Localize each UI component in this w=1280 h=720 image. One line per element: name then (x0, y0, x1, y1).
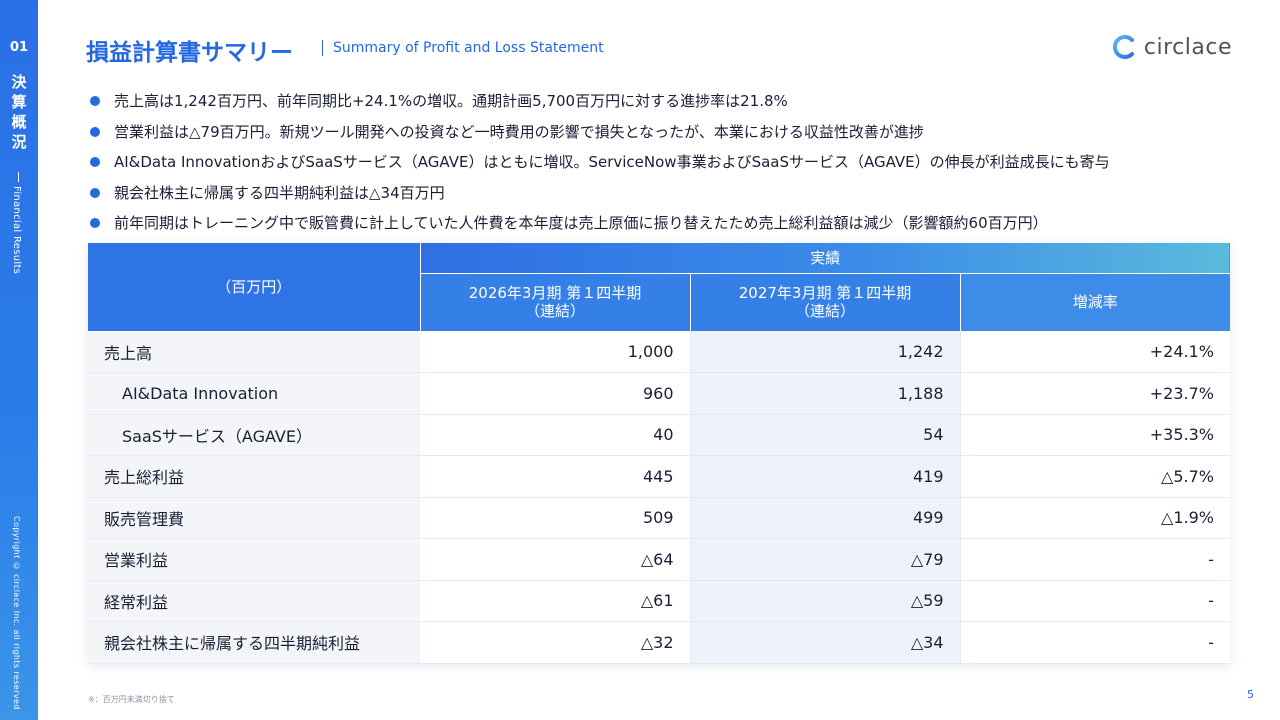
column-header-fy2026-q1: 2026年3月期 第１四半期 （連結） (420, 273, 691, 331)
logo-wordmark: circlace (1143, 34, 1232, 60)
summary-bullet: 親会社株主に帰属する四半期純利益は△34百万円 (88, 178, 1268, 209)
column-header-change-rate: 増減率 (960, 273, 1230, 331)
section-title-char: 況 (11, 133, 27, 151)
bullet-dot-icon (90, 157, 100, 167)
summary-bullet: 営業利益は△79百万円。新規ツール開発への投資など一時費用の影響で損失となったが… (88, 117, 1268, 148)
summary-bullet: 売上高は1,242百万円、前年同期比+24.1%の増収。通期計画5,700百万円… (88, 86, 1268, 117)
section-title-char: 概 (11, 113, 27, 131)
cell-current-year: △59 (690, 580, 961, 622)
bullet-dot-icon (90, 126, 100, 137)
bullet-text: 営業利益は△79百万円。新規ツール開発への投資など一時費用の影響で損失となったが… (114, 122, 924, 141)
table-row: 売上総利益 445 419 △5.7% (88, 455, 1230, 498)
column-header-line: 2026年3月期 第１四半期 (468, 284, 642, 303)
bullet-text: 親会社株主に帰属する四半期純利益は△34百万円 (114, 183, 445, 202)
cell-current-year: 419 (690, 455, 961, 498)
section-title-english: Financial Results (11, 186, 22, 275)
cell-prev-year: 960 (420, 372, 691, 415)
cell-change-rate: +23.7% (960, 372, 1230, 415)
bullet-text: 売上高は1,242百万円、前年同期比+24.1%の増収。通期計画5,700百万円… (114, 92, 788, 110)
cell-change-rate: - (960, 538, 1230, 581)
page-title: 損益計算書サマリー (86, 40, 293, 66)
table-row: SaaSサービス（AGAVE） 40 54 +35.3% (88, 414, 1230, 456)
row-label: 親会社株主に帰属する四半期純利益 (88, 621, 420, 664)
cell-change-rate: △5.7% (960, 455, 1230, 498)
column-header-line: （連結） (794, 302, 855, 321)
section-title-char: 算 (11, 93, 27, 111)
cell-change-rate: - (960, 580, 1230, 622)
company-logo: circlace (1112, 34, 1232, 60)
row-label: SaaSサービス（AGAVE） (88, 414, 420, 456)
results-group-header: 実績 (420, 243, 1230, 274)
row-label: 販売管理費 (88, 497, 420, 539)
bullet-dot-icon (90, 218, 100, 228)
cell-prev-year: △61 (420, 580, 691, 622)
column-header-line: 2027年3月期 第１四半期 (738, 284, 912, 303)
cell-change-rate: - (960, 621, 1230, 664)
table-row: AI&Data Innovation 960 1,188 +23.7% (88, 372, 1230, 415)
copyright-text: Copyright © circlace Inc. all rights res… (12, 516, 21, 710)
table-row: 経常利益 △61 △59 - (88, 580, 1230, 622)
row-label: AI&Data Innovation (88, 372, 420, 415)
row-label: 経常利益 (88, 580, 420, 622)
circlace-logo-icon (1112, 35, 1134, 59)
bullet-dot-icon (90, 96, 100, 106)
cell-prev-year: 40 (420, 414, 691, 456)
title-separator (322, 40, 323, 56)
table-row: 親会社株主に帰属する四半期純利益 △32 △34 - (88, 621, 1230, 664)
footnote: ※：百万円未満切り捨て (88, 695, 175, 704)
cell-prev-year: 509 (420, 497, 691, 539)
cell-current-year: 1,242 (690, 331, 961, 373)
summary-bullet: AI&Data InnovationおよびSaaSサービス（AGAVE）はともに… (88, 147, 1268, 178)
page-subtitle-group: Summary of Profit and Loss Statement (322, 40, 604, 56)
summary-bullet: 前年同期はトレーニング中で販管費に計上していた人件費を本年度は売上原価に振り替え… (88, 208, 1268, 239)
section-sidebar: 01 決 算 概 況 Financial Results Copyright ©… (0, 0, 38, 720)
bullet-text: 前年同期はトレーニング中で販管費に計上していた人件費を本年度は売上原価に振り替え… (114, 214, 1048, 232)
cell-change-rate: +35.3% (960, 414, 1230, 456)
cell-current-year: △79 (690, 538, 961, 581)
cell-current-year: 54 (690, 414, 961, 456)
cell-change-rate: +24.1% (960, 331, 1230, 373)
table-row: 売上高 1,000 1,242 +24.1% (88, 331, 1230, 373)
column-header-fy2027-q1: 2027年3月期 第１四半期 （連結） (690, 273, 961, 331)
cell-current-year: 1,188 (690, 372, 961, 415)
unit-label-header: （百万円） (88, 243, 421, 332)
page-subtitle: Summary of Profit and Loss Statement (333, 40, 604, 56)
table-row: 営業利益 △64 △79 - (88, 538, 1230, 581)
column-header-line: （連結） (524, 302, 585, 321)
cell-prev-year: △64 (420, 538, 691, 581)
section-title-vertical: 決 算 概 況 (0, 72, 38, 152)
cell-prev-year: △32 (420, 621, 691, 664)
bullet-text: AI&Data InnovationおよびSaaSサービス（AGAVE）はともに… (114, 153, 1110, 171)
cell-current-year: △34 (690, 621, 961, 664)
page-number: 5 (1247, 688, 1254, 701)
sidebar-divider (18, 172, 19, 182)
section-number: 01 (9, 40, 29, 55)
cell-prev-year: 445 (420, 455, 691, 498)
cell-prev-year: 1,000 (420, 331, 691, 373)
row-label: 売上総利益 (88, 455, 420, 498)
row-label: 売上高 (88, 331, 420, 373)
row-label: 営業利益 (88, 538, 420, 581)
cell-current-year: 499 (690, 497, 961, 539)
summary-bullet-list: 売上高は1,242百万円、前年同期比+24.1%の増収。通期計画5,700百万円… (88, 86, 1268, 239)
section-title-char: 決 (11, 73, 27, 91)
pl-summary-table: （百万円） 実績 2026年3月期 第１四半期 （連結） 2027年3月期 第１… (88, 243, 1230, 664)
bullet-dot-icon (90, 187, 100, 198)
cell-change-rate: △1.9% (960, 497, 1230, 539)
table-row: 販売管理費 509 499 △1.9% (88, 497, 1230, 539)
